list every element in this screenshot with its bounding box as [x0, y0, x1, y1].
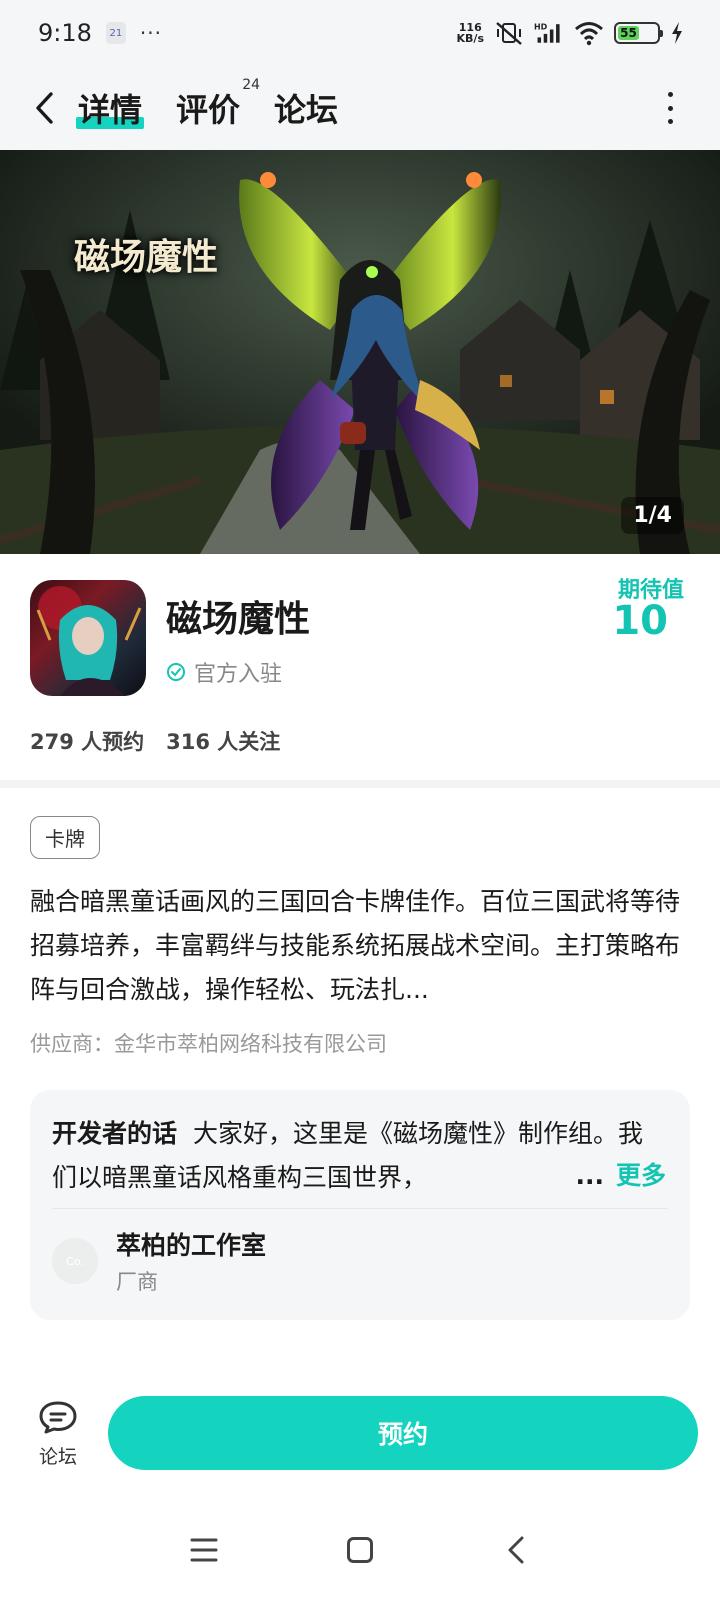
reserve-button[interactable]: 预约 [108, 1396, 698, 1470]
genre-tag[interactable]: 卡牌 [30, 816, 100, 859]
home-nav-button[interactable] [342, 1532, 378, 1568]
back-nav-button[interactable] [498, 1532, 534, 1568]
home-square-icon [347, 1537, 373, 1563]
official-badge: 官方入驻 [166, 656, 282, 688]
network-speed: 116 KB/s [457, 22, 484, 44]
forum-label: 论坛 [38, 1446, 77, 1468]
back-button[interactable] [20, 84, 68, 132]
network-speed-unit: KB/s [456, 32, 484, 45]
expectation-score: 10 [612, 598, 668, 644]
developer-more-link[interactable]: ... 更多 [569, 1156, 666, 1192]
wifi-icon [575, 22, 603, 46]
supplier-text: 供应商：金华市萃柏网络科技有限公司 [30, 1032, 387, 1056]
battery-level: 55 [618, 26, 639, 40]
reservation-count: 279 人预约 [30, 730, 145, 754]
developer-label: 开发者的话 [52, 1119, 178, 1148]
tab-reviews-label: 评价 [176, 91, 241, 129]
studio-role: 厂商 [116, 1270, 158, 1294]
tab-forum[interactable]: 论坛 [274, 85, 338, 131]
status-left: 9:18 21 ··· [38, 19, 162, 47]
banner-page-indicator: 1/4 [621, 497, 684, 534]
more-dot-icon [667, 119, 673, 124]
game-info-section: 磁场魔性 官方入驻 期待值 10 279 人预约 316 人关注 [0, 554, 720, 780]
system-nav-bar [0, 1500, 720, 1600]
section-divider [0, 780, 720, 788]
more-dot-icon [667, 105, 673, 111]
developer-ellipsis: ... [575, 1161, 604, 1190]
follower-count: 316 人关注 [166, 730, 281, 754]
forum-button[interactable]: 论坛 [30, 1400, 86, 1469]
game-description[interactable]: 融合暗黑童话画风的三国回合卡牌佳作。百位三国武将等待招募培养，丰富羁绊与技能系统… [30, 880, 690, 1012]
more-notifications-icon: ··· [139, 21, 162, 45]
banner-artwork [0, 150, 720, 554]
back-arrow-icon [36, 92, 53, 124]
developer-card[interactable]: 开发者的话 大家好，这里是《磁场魔性》制作组。我们以暗黑童话风格重构三国世界， .… [30, 1090, 690, 1320]
banner-carousel[interactable]: 磁场魔性 1/4 [0, 150, 720, 554]
game-title: 磁场魔性 [166, 599, 311, 640]
mute-vibrate-icon [496, 22, 522, 45]
banner-game-title: 磁场魔性 [74, 236, 219, 278]
game-icon-artwork [36, 586, 142, 696]
more-options-button[interactable] [660, 92, 680, 124]
reviews-count-badge: 24 [242, 77, 261, 93]
status-time: 9:18 [38, 19, 92, 47]
svg-text:HD: HD [534, 22, 548, 31]
game-stats: 279 人预约 316 人关注 [30, 726, 280, 756]
header: 详情 评价 24 论坛 [0, 66, 720, 150]
hd-signal-icon: HD [534, 22, 560, 43]
tab-details-wrap: 详情 [75, 85, 145, 131]
menu-icon [190, 1538, 218, 1562]
game-app-icon [30, 580, 146, 696]
tab-reviews[interactable]: 评价 24 [176, 77, 260, 131]
official-label: 官方入驻 [194, 662, 283, 687]
verified-check-icon [167, 663, 185, 681]
battery-icon: 55 [614, 22, 663, 44]
studio-avatar[interactable]: Co. [52, 1238, 98, 1284]
back-nav-icon [508, 1536, 524, 1564]
forum-chat-icon [39, 1401, 77, 1434]
calendar-icon: 21 [105, 22, 126, 44]
developer-more-label: 更多 [615, 1161, 666, 1190]
tab-details[interactable]: 详情 [75, 85, 145, 131]
developer-divider [52, 1208, 668, 1209]
bottom-action-bar: 论坛 预约 [0, 1370, 720, 1480]
menu-nav-button[interactable] [186, 1532, 222, 1568]
studio-name[interactable]: 萃柏的工作室 [116, 1226, 266, 1262]
more-dot-icon [667, 92, 673, 97]
charging-icon [672, 22, 682, 44]
status-bar: 9:18 21 ··· 116 KB/s HD 55 [0, 0, 720, 66]
tab-bar: 详情 评价 24 论坛 [75, 77, 338, 131]
status-right: 116 KB/s HD 55 [457, 20, 684, 46]
